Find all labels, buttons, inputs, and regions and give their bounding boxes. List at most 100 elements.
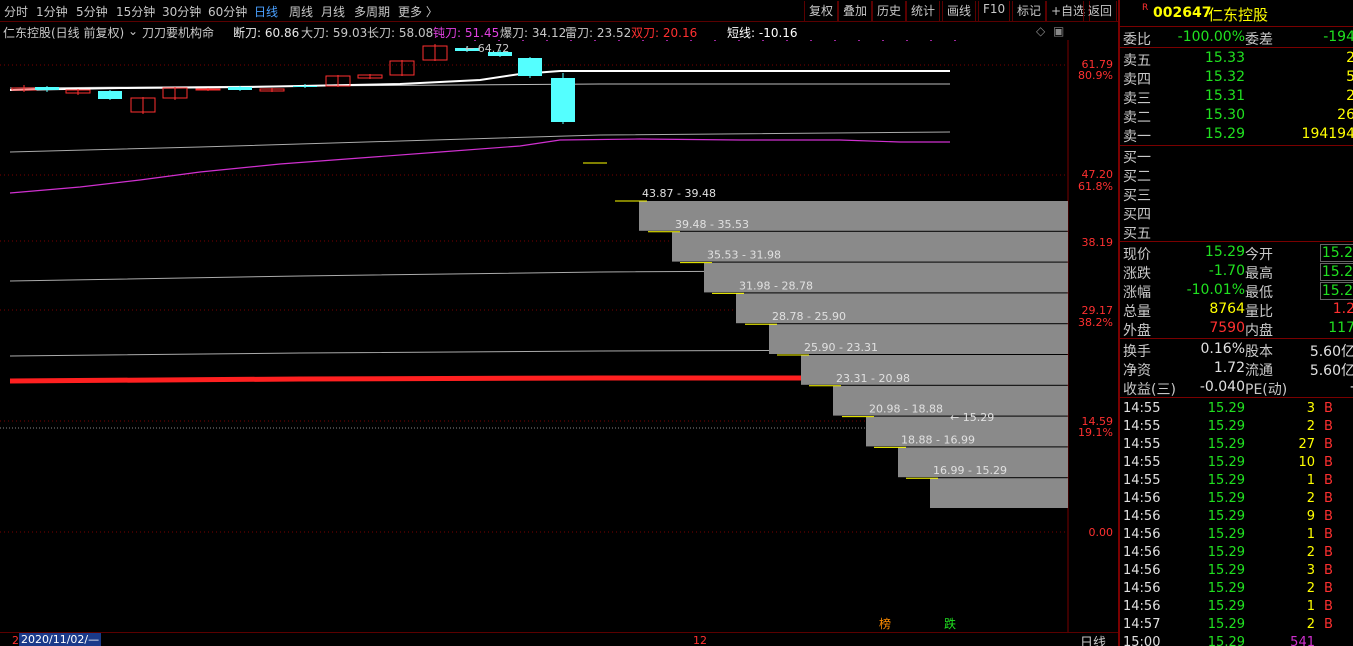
toolbar-button[interactable]: 画线	[942, 1, 977, 21]
tick-row: 15:00 15.29 541	[1120, 634, 1353, 646]
stat-value: 15.2	[1319, 263, 1353, 281]
toolbar-button[interactable]: 复权	[804, 1, 839, 21]
time-axis-bar: 2 2020/11/02/— 12 日线	[0, 632, 1118, 646]
tick-volume: 2	[1306, 419, 1315, 434]
candle-body	[35, 87, 59, 90]
tick-price: 15.29	[1207, 419, 1245, 434]
bid-label: 买三	[1123, 188, 1151, 204]
ask-price: 15.33	[1204, 50, 1245, 66]
toolbar-button[interactable]: 历史	[872, 1, 907, 21]
toolbar-button[interactable]: 统计	[906, 1, 941, 21]
tick-row: 14:56 15.29 2 B	[1120, 544, 1353, 563]
toolbar-button[interactable]: 返回	[1083, 1, 1118, 21]
finance-label: PE(动)	[1245, 382, 1288, 398]
period-tab[interactable]: 15分钟	[116, 3, 155, 20]
tick-row: 14:56 15.29 2 B	[1120, 490, 1353, 509]
toolbar-button[interactable]: 叠加	[838, 1, 873, 21]
period-tab[interactable]: 多周期	[354, 3, 390, 20]
tick-time: 14:55	[1123, 473, 1161, 488]
finance-label: 净资	[1123, 363, 1151, 379]
formula-dropdown-icon[interactable]: ⌄	[128, 24, 138, 38]
tick-volume: 27	[1298, 437, 1315, 452]
signal-dot	[786, 40, 788, 41]
bid-row: 买四	[1120, 203, 1353, 223]
finance-label: 股本	[1245, 344, 1273, 360]
tick-price: 15.29	[1207, 581, 1245, 596]
profile-range-label: 43.87 - 39.48	[642, 187, 716, 200]
profile-range-label: 28.78 - 25.90	[772, 310, 846, 323]
tick-time: 14:56	[1123, 509, 1161, 524]
panel-divider	[1120, 338, 1353, 339]
tick-row: 14:55 15.29 1 B	[1120, 472, 1353, 491]
tick-side: B	[1324, 509, 1333, 524]
stock-title[interactable]: 仁东控股(日线 前复权)	[3, 24, 124, 41]
period-tab[interactable]: 月线	[321, 3, 345, 20]
profile-range-label: 16.99 - 15.29	[933, 464, 1007, 477]
ask-label: 卖五	[1123, 53, 1151, 69]
tick-row: 14:56 15.29 3 B	[1120, 562, 1353, 581]
date-prefix: 2	[12, 634, 19, 646]
ask-label: 卖四	[1123, 72, 1151, 88]
candle-body	[195, 88, 221, 91]
tick-row: 14:55 15.29 27 B	[1120, 436, 1353, 455]
ask-price: 15.30	[1204, 107, 1245, 123]
stat-label: 现价	[1123, 247, 1151, 263]
signal-dot	[906, 40, 908, 41]
tick-time: 14:57	[1123, 617, 1161, 632]
kline-chart[interactable]: ← 64.72 43.87 - 39.48 39.48 - 35.53 35.53 -…	[0, 40, 1118, 632]
indicator-value: 短线: -10.16	[727, 26, 798, 40]
finance-row: 收益(三)-0.040PE(动)-	[1120, 378, 1353, 398]
ask-row: 卖五 15.33 2	[1120, 49, 1353, 69]
candle-body	[518, 58, 542, 76]
stock-code: 002647	[1153, 5, 1212, 21]
ask-row: 卖三 15.31 2	[1120, 87, 1353, 107]
ask-price: 15.29	[1204, 126, 1245, 142]
tick-side: B	[1324, 563, 1333, 578]
period-tab[interactable]: 60分钟	[208, 3, 247, 20]
ask-label: 卖三	[1123, 91, 1151, 107]
formula-name[interactable]: 刀刀要机构命	[142, 24, 214, 41]
period-tab[interactable]: 1分钟	[36, 3, 68, 20]
tick-side: B	[1324, 599, 1333, 614]
toolbar-button[interactable]: F10	[978, 1, 1011, 21]
tick-volume: 1	[1306, 527, 1315, 542]
indicator-window-icon[interactable]: ▣	[1053, 24, 1064, 38]
period-tab[interactable]: 5分钟	[76, 3, 108, 20]
period-tab[interactable]: 更多 〉	[398, 3, 438, 20]
toolbar-button[interactable]: 标记	[1012, 1, 1047, 21]
period-tab[interactable]: 日线	[254, 3, 278, 20]
panel-divider	[1120, 47, 1353, 48]
date-cursor-label: 2020/11/02/—	[19, 633, 102, 646]
indicator-value: 长刀: 58.08	[367, 26, 434, 40]
tick-volume: 2	[1306, 617, 1315, 632]
ask-row: 卖四 15.32 5	[1120, 68, 1353, 88]
tick-volume: 9	[1306, 509, 1315, 524]
period-tab[interactable]: 30分钟	[162, 3, 201, 20]
rights-badge: R	[1142, 3, 1149, 13]
signal-dot	[882, 40, 884, 41]
signal-dot	[954, 40, 956, 41]
profile-range-label: 35.53 - 31.98	[707, 249, 781, 262]
axis-price-label: 0.00	[1088, 526, 1114, 539]
tick-side: B	[1324, 455, 1333, 470]
peak-label: ← 64.72	[465, 42, 509, 55]
stat-label: 今开	[1245, 247, 1273, 263]
ask-row: 卖一 15.29 194194	[1120, 125, 1353, 145]
tick-price: 15.29	[1207, 437, 1245, 452]
ask-label: 卖一	[1123, 129, 1151, 145]
stat-label: 最低	[1245, 285, 1273, 301]
axis-pct-label: 80.9%	[1078, 69, 1113, 82]
finance-value: 5.60亿	[1309, 344, 1353, 360]
period-tab[interactable]: 分时	[4, 3, 28, 20]
tick-row: 14:56 15.29 1 B	[1120, 598, 1353, 617]
signal-dot	[618, 40, 620, 41]
finance-value: 0.16%	[1200, 341, 1245, 357]
ask-row: 卖二 15.30 26	[1120, 106, 1353, 126]
period-tab[interactable]: 周线	[289, 3, 313, 20]
tick-volume: 2	[1306, 545, 1315, 560]
signal-dot	[834, 40, 836, 41]
indicator-diamond-icon[interactable]: ◇	[1036, 24, 1045, 38]
signal-dot	[690, 40, 692, 41]
stat-label: 最高	[1245, 266, 1273, 282]
indicator-value: 断刀: 60.86	[233, 26, 300, 40]
